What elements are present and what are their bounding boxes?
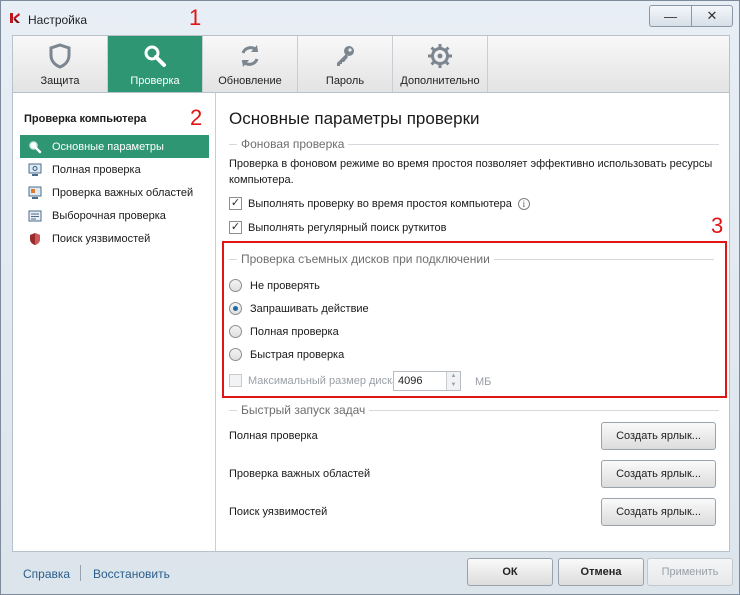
spin-up-icon[interactable]: ▲ — [447, 372, 460, 381]
radio-full-scan[interactable]: Полная проверка — [229, 325, 339, 338]
kaspersky-logo-icon — [10, 13, 20, 23]
magnifier-icon — [144, 45, 166, 67]
group-caption-label: Фоновая проверка — [241, 137, 345, 151]
radio-button[interactable] — [229, 348, 242, 361]
sidebar-item-vulnerability-search[interactable]: Поиск уязвимостей — [20, 227, 209, 250]
main-toolbar: Защита Проверка Обновление Пароль Дополн… — [12, 35, 730, 92]
radio-button[interactable] — [229, 279, 242, 292]
radio-label: Быстрая проверка — [250, 348, 345, 361]
sidebar-item-label: Поиск уязвимостей — [52, 232, 151, 245]
sidebar-heading: Проверка компьютера — [24, 113, 147, 125]
window-controls: — ✕ — [649, 5, 733, 27]
spin-down-icon[interactable]: ▼ — [447, 381, 460, 390]
settings-window: Настройка 1 — ✕ Защита Проверка Обновлен… — [0, 0, 740, 595]
idle-scan-checkbox[interactable]: ✓ — [229, 197, 242, 210]
footer-divider — [80, 565, 81, 581]
important-areas-icon — [28, 186, 42, 199]
background-scan-description: Проверка в фоновом режиме во время прост… — [229, 158, 713, 186]
sidebar-item-important-areas[interactable]: Проверка важных областей — [20, 181, 209, 204]
sidebar-item-basic-settings[interactable]: Основные параметры — [20, 135, 209, 158]
sidebar-item-custom-scan[interactable]: Выборочная проверка — [20, 204, 209, 227]
annotation-3: 3 — [711, 213, 724, 238]
tab-scan[interactable]: Проверка — [108, 36, 203, 92]
annotation-2: 2 — [190, 105, 203, 130]
tab-update[interactable]: Обновление — [203, 36, 298, 92]
shield-icon — [49, 43, 71, 69]
tab-password[interactable]: Пароль — [298, 36, 393, 92]
info-icon[interactable]: i — [517, 197, 530, 210]
group-background-scan: Фоновая проверка — [229, 137, 719, 151]
close-button[interactable]: ✕ — [691, 5, 733, 27]
radio-ask-action[interactable]: Запрашивать действие — [229, 302, 369, 315]
radio-no-scan[interactable]: Не проверять — [229, 279, 320, 292]
gear-icon — [428, 44, 452, 68]
refresh-icon — [241, 45, 259, 67]
idle-scan-option[interactable]: ✓ Выполнять проверку во время простоя ко… — [229, 197, 530, 210]
rootkit-search-label: Выполнять регулярный поиск руткитов — [248, 221, 447, 234]
max-disk-size-option[interactable]: Максимальный размер диска: — [229, 374, 401, 387]
annotation-1: 1 — [189, 5, 202, 30]
vulnerability-shield-icon — [30, 232, 40, 245]
rootkit-search-option[interactable]: ✓ Выполнять регулярный поиск руткитов — [229, 221, 446, 234]
key-icon — [337, 46, 354, 66]
radio-label: Запрашивать действие — [250, 302, 369, 315]
restore-link[interactable]: Восстановить — [93, 567, 170, 581]
sidebar-list: Основные параметры Полная проверка Прове… — [20, 135, 209, 250]
create-shortcut-vulnerability-button[interactable]: Создать ярлык... — [601, 498, 716, 526]
title-bar: Настройка 1 — ✕ — [1, 1, 739, 35]
sidebar-item-label: Проверка важных областей — [52, 186, 194, 199]
max-disk-size-value[interactable]: 4096 — [394, 372, 446, 390]
radio-label: Не проверять — [250, 279, 320, 292]
max-disk-size-stepper[interactable]: 4096 ▲ ▼ — [393, 371, 461, 391]
group-caption-label: Быстрый запуск задач — [241, 403, 366, 417]
idle-scan-label: Выполнять проверку во время простоя комп… — [248, 197, 512, 210]
group-quick-tasks: Быстрый запуск задач — [229, 403, 719, 417]
ok-button[interactable]: ОК — [467, 558, 553, 586]
tab-protection-label: Защита — [40, 75, 80, 87]
sidebar-item-label: Полная проверка — [52, 163, 141, 176]
apply-button[interactable]: Применить — [647, 558, 733, 586]
create-shortcut-important-areas-button[interactable]: Создать ярлык... — [601, 460, 716, 488]
footer: Справка Восстановить ОК Отмена Применить — [1, 552, 739, 594]
rootkit-search-checkbox[interactable]: ✓ — [229, 221, 242, 234]
task-important-areas-label: Проверка важных областей — [229, 468, 371, 480]
tab-update-label: Обновление — [218, 75, 282, 87]
sidebar-item-label: Основные параметры — [52, 140, 164, 153]
content-frame: Проверка компьютера 2 Основные параметры — [12, 92, 730, 552]
radio-quick-scan[interactable]: Быстрая проверка — [229, 348, 344, 361]
task-vulnerability-label: Поиск уязвимостей — [229, 506, 328, 518]
radio-label: Полная проверка — [250, 325, 339, 338]
radio-button[interactable] — [229, 325, 242, 338]
max-disk-size-checkbox[interactable] — [229, 374, 242, 387]
tab-advanced[interactable]: Дополнительно — [393, 36, 488, 92]
group-caption-label: Проверка съемных дисков при подключении — [241, 252, 490, 266]
task-full-scan-label: Полная проверка — [229, 430, 318, 442]
tab-scan-label: Проверка — [130, 75, 180, 87]
sidebar: Проверка компьютера 2 Основные параметры — [13, 93, 216, 551]
cancel-button[interactable]: Отмена — [558, 558, 644, 586]
page-title: Основные параметры проверки — [229, 109, 480, 128]
create-shortcut-full-scan-button[interactable]: Создать ярлык... — [601, 422, 716, 450]
spin-arrows[interactable]: ▲ ▼ — [446, 372, 460, 390]
monitor-scan-icon — [28, 163, 42, 176]
group-removable-disks: Проверка съемных дисков при подключении — [229, 252, 714, 266]
radio-button[interactable] — [229, 302, 242, 315]
max-disk-size-unit: МБ — [475, 376, 492, 388]
max-disk-size-label: Максимальный размер диска: — [248, 374, 402, 387]
tab-password-label: Пароль — [325, 75, 365, 87]
tab-advanced-label: Дополнительно — [400, 75, 480, 87]
main-panel: Основные параметры проверки Фоновая пров… — [217, 93, 729, 551]
window-title: Настройка — [28, 13, 88, 27]
magnifier-icon — [29, 140, 42, 153]
custom-scan-icon — [28, 210, 42, 221]
tab-protection[interactable]: Защита — [13, 36, 108, 92]
help-link[interactable]: Справка — [23, 567, 70, 581]
minimize-button[interactable]: — — [649, 5, 691, 27]
sidebar-item-full-scan[interactable]: Полная проверка — [20, 158, 209, 181]
sidebar-item-label: Выборочная проверка — [52, 209, 166, 222]
